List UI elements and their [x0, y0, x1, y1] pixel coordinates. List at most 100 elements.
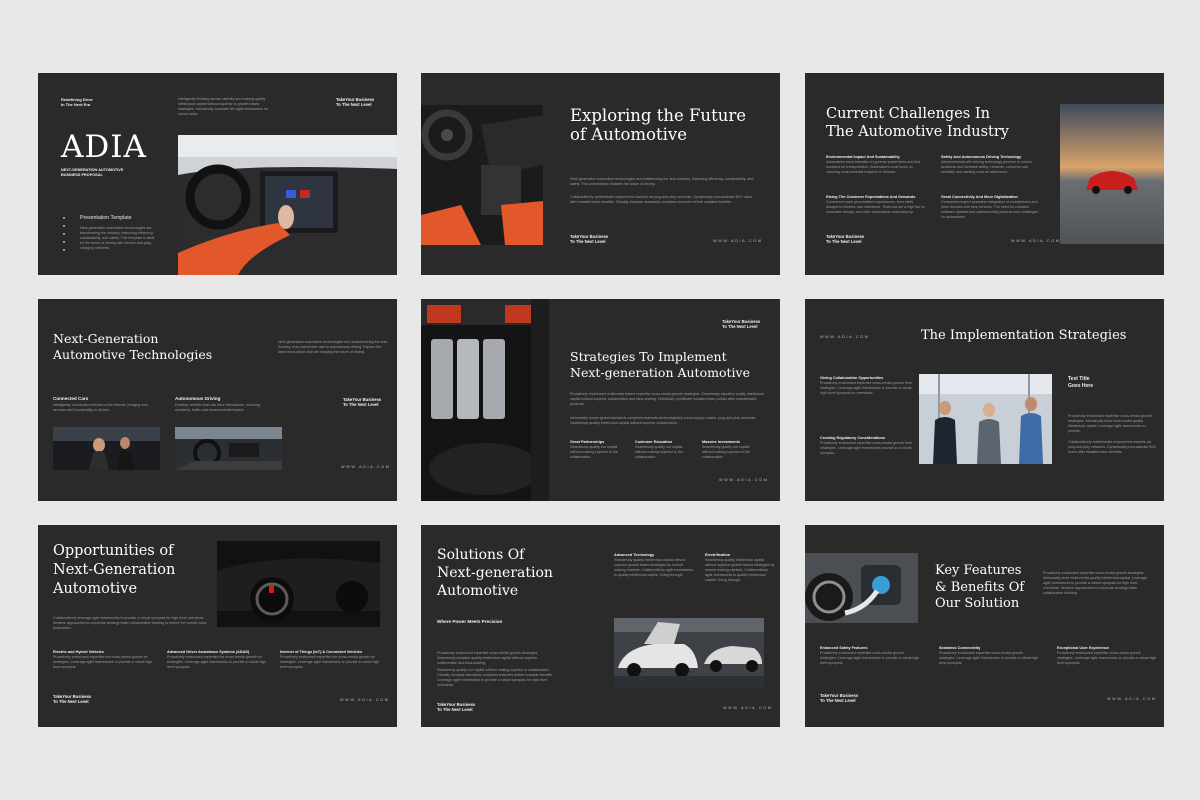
slide-9-key-features[interactable]: Key Features & Benefits Of Our Solution … [805, 525, 1164, 727]
right-paragraph-2: Collaboratively administrate empowered m… [1068, 440, 1157, 454]
template-text: Next-generation automotive technologies … [80, 226, 155, 250]
strategy-col-2: Customer Education Seamlessly quality ou… [635, 439, 693, 460]
connected-cars-photo [53, 427, 160, 470]
opportunity-col-1: Electric and Hybrid Vehicles Proactively… [53, 649, 153, 670]
col-1-text: Intelligently connected vehicles to the … [53, 403, 148, 412]
intro-text: Intelligently thinking across visibility… [178, 97, 269, 116]
challenge-4: Great Connectivity And More Digitalizati… [941, 194, 1041, 220]
slide-2-exploring-future[interactable]: Exploring the Future of Automotive Next-… [421, 73, 780, 275]
garage-cars-photo [614, 618, 764, 688]
item-text: Proactively envisioned expertise cross-m… [820, 441, 912, 455]
factory-team-photo [919, 374, 1052, 464]
paragraph-2: Collaboratively administrate empowered m… [570, 195, 753, 204]
col-1-heading: Connected Cars [53, 396, 89, 401]
challenge-2: Safety And Autonomous Driving Technology… [941, 154, 1041, 175]
website-url[interactable]: WWW.ADIA.COM [1107, 697, 1157, 701]
footer-tagline: TakeYour Business To The Next Level [722, 319, 761, 330]
solution-col-1: Advanced Technology Seamlessly quality i… [614, 552, 694, 578]
slide-title: Key Features & Benefits Of Our Solution [935, 563, 1025, 611]
footer-tagline: TakeYour Business To The Next Level [336, 97, 375, 108]
slide-title: Next-Generation Automotive Technologies [53, 331, 213, 362]
intro-text: Proactively envisioned expertise cross-m… [1043, 571, 1147, 595]
paragraph-1: Proactively envisioned expertise cross-m… [437, 651, 539, 665]
autonomous-driving-photo [175, 427, 282, 470]
slide-title: The Implementation Strategies [921, 328, 1127, 343]
footer-tagline: TakeYour Business To The Next Level [570, 234, 609, 245]
challenge-text: Consumers expect seamless integration of… [941, 200, 1039, 219]
brand-title: ADIA [61, 129, 147, 165]
item-text: Proactively envisioned expertise cross-m… [820, 381, 912, 395]
slide-title: Strategies To Implement Next-generation … [570, 349, 750, 380]
dot-indicators [63, 217, 65, 257]
challenge-3: Rising The Customer Expectations And Dem… [826, 194, 926, 215]
engine-bay-photo [421, 299, 549, 501]
challenge-text: Consumers want personalized experiences,… [826, 200, 926, 214]
left-item-1: Giving Collaboration Opportunities Proac… [820, 375, 913, 396]
col-text: Proactively envisioned expertise cross-m… [1057, 651, 1157, 665]
challenge-text: Automakers must transition to greener po… [826, 160, 921, 174]
website-url[interactable]: WWW.ADIA.COM [719, 478, 769, 482]
strategy-col-1: Great Partnerships Seamlessly quality ou… [570, 439, 628, 460]
feature-col-3: Exceptional User Experience Proactively … [1057, 645, 1157, 666]
paragraph-1: Next-generation automotive technologies … [570, 177, 754, 186]
website-url[interactable]: WWW.ADIA.COM [1011, 239, 1061, 243]
right-heading: Text Title Goes Here [1068, 376, 1094, 389]
slide-title: Exploring the Future of Automotive [570, 106, 746, 144]
car-interior-photo [421, 105, 543, 245]
subheading: Where Power Meets Precision [437, 619, 503, 624]
paragraph-2: Intrinsically morph global standards com… [570, 416, 757, 425]
slide-6-implementation[interactable]: WWW.ADIA.COM The Implementation Strategi… [805, 299, 1164, 501]
intro-text: Collaboratively leverage agile framework… [53, 616, 207, 630]
slide-title: Current Challenges In The Automotive Ind… [826, 106, 1009, 140]
template-label: Presentation Template [80, 215, 132, 221]
brand-subtitle: NEXT-GENERATION AUTOMOTIVE BUSINESS PROP… [61, 168, 124, 177]
tagline: Redefining Drive In The Next Era [61, 97, 93, 107]
col-text: Seamlessly quality intellectual capital … [614, 558, 694, 577]
opportunity-col-3: Internet of Things (IoT) & Connected Veh… [280, 649, 380, 670]
col-text: Proactively envisioned expertise the cro… [53, 655, 153, 669]
col-2-heading: Autonomous Driving [175, 396, 221, 401]
col-text: Proactively envisioned expertise cross-m… [820, 651, 920, 665]
slide-5-strategies[interactable]: TakeYour Business To The Next Level Stra… [421, 299, 780, 501]
footer-tagline: TakeYour Business To The Next Level [826, 234, 865, 245]
footer-tagline: TakeYour Business To The Next Level [820, 693, 859, 704]
footer-tagline: TakeYour Business To The Next Level [343, 397, 382, 408]
slide-title: Opportunities of Next-Generation Automot… [53, 543, 176, 597]
solution-col-2: Electrification Seamlessly quality intel… [705, 552, 775, 583]
slide-1-cover[interactable]: Redefining Drive In The Next Era Intelli… [38, 73, 397, 275]
ev-charging-photo [805, 553, 918, 623]
slide-4-next-gen-tech[interactable]: Next-Generation Automotive Technologies … [38, 299, 397, 501]
website-url[interactable]: WWW.ADIA.COM [340, 698, 390, 702]
feature-col-1: Enhanced Safety Features Proactively env… [820, 645, 920, 666]
website-url[interactable]: WWW.ADIA.COM [341, 465, 391, 469]
col-text: Proactively envisioned expertise cross-m… [939, 651, 1039, 665]
website-url[interactable]: WWW.ADIA.COM [713, 239, 763, 243]
website-url[interactable]: WWW.ADIA.COM [723, 706, 773, 710]
slide-3-current-challenges[interactable]: Current Challenges In The Automotive Ind… [805, 73, 1164, 275]
col-text: Seamlessly quality our capital without m… [635, 445, 683, 459]
dashboard-touchscreen-photo [178, 135, 397, 275]
slide-8-solutions[interactable]: Solutions Of Next-generation Automotive … [421, 525, 780, 727]
intro-text: Proactively envisioned multimedia based … [570, 392, 764, 406]
footer-tagline: TakeYour Business To The Next Level [53, 694, 92, 705]
slide-7-opportunities[interactable]: Opportunities of Next-Generation Automot… [38, 525, 397, 727]
red-sports-car-photo [1060, 104, 1164, 244]
opportunity-col-2: Advanced Driver Assistance Systems (ADAS… [167, 649, 267, 670]
strategy-col-3: Massive Investments Seamlessly quality o… [702, 439, 760, 460]
right-paragraph-1: Proactively envisioned expertise cross-m… [1068, 414, 1152, 433]
col-text: Proactively envisioned expertise the cro… [167, 655, 267, 669]
left-item-2: Creating Regulatory Considerations Proac… [820, 435, 913, 456]
website-url[interactable]: WWW.ADIA.COM [820, 335, 870, 339]
intro-text: Next-generation automotive technologies … [278, 340, 388, 354]
col-text: Proactively envisioned expertise the cro… [280, 655, 380, 669]
col-text: Seamlessly quality our capital without m… [702, 445, 750, 459]
col-text: Seamlessly quality intellectual capital … [705, 558, 775, 582]
feature-col-2: Seamless Connectivity Proactively envisi… [939, 645, 1039, 666]
slide-title: Solutions Of Next-generation Automotive [437, 547, 553, 599]
challenge-text: Advancements with driving technology pro… [941, 160, 1032, 174]
col-text: Seamlessly quality our capital without m… [570, 445, 618, 459]
challenge-1: Environmental Impact And Sustainability … [826, 154, 926, 175]
dark-car-wheel-photo [217, 541, 380, 627]
col-2-text: Develop vehicles that can drive themselv… [175, 403, 260, 412]
footer-tagline: TakeYour Business To The Next Level [437, 702, 476, 713]
